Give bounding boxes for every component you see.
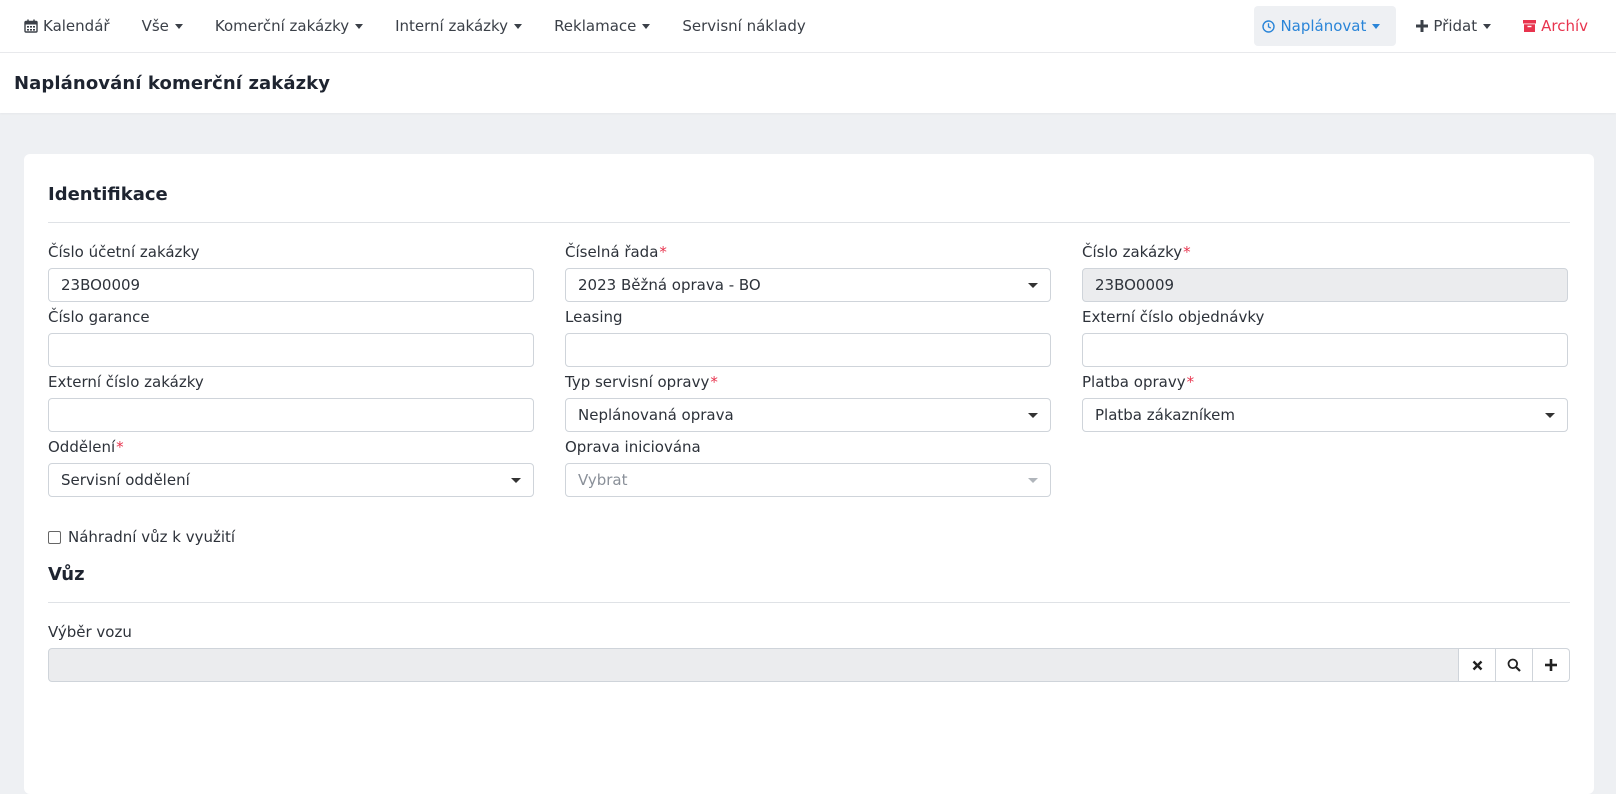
label-order-number: Číslo zakázky — [1082, 243, 1183, 261]
identification-grid: Číslo účetní zakázky 23BO0009 Číselná řa… — [48, 244, 1570, 504]
field-order-number: Číslo zakázky* 23BO0009 — [1082, 244, 1568, 302]
label-department: Oddělení — [48, 438, 116, 456]
nav-add-dropdown[interactable]: Přidat — [1400, 0, 1507, 53]
external-po-number-input[interactable] — [1082, 333, 1568, 367]
warranty-number-input[interactable] — [48, 333, 534, 367]
label-service-repair-type: Typ servisní opravy — [565, 373, 710, 391]
nav-calendar-label: Kalendář — [43, 17, 110, 35]
label-external-order-number: Externí číslo zakázky — [48, 373, 204, 391]
field-repair-payment: Platba opravy* Platba zákazníkem — [1082, 374, 1568, 432]
field-leasing: Leasing — [565, 309, 1051, 367]
label-warranty-number: Číslo garance — [48, 308, 150, 326]
add-car-button[interactable] — [1533, 648, 1570, 682]
caret-down-icon — [642, 23, 651, 29]
nav-right-group: Naplánovat Přidat Archív — [1254, 0, 1608, 53]
search-car-button[interactable] — [1496, 648, 1533, 682]
leasing-input[interactable] — [565, 333, 1051, 367]
number-series-select[interactable]: 2023 Běžná oprava - BO — [565, 268, 1051, 302]
label-car-selection: Výběr vozu — [48, 623, 132, 641]
clock-icon — [1262, 19, 1276, 33]
form-card: Identifikace Číslo účetní zakázky 23BO00… — [24, 154, 1594, 794]
nav-internal-dropdown[interactable]: Interní zakázky — [379, 0, 538, 53]
nav-commercial-label: Komerční zakázky — [214, 17, 350, 35]
search-icon — [1507, 658, 1521, 672]
plus-icon — [1545, 659, 1557, 671]
nav-plan-dropdown[interactable]: Naplánovat — [1254, 6, 1397, 46]
field-external-po-number: Externí číslo objednávky — [1082, 309, 1568, 367]
nav-commercial-dropdown[interactable]: Komerční zakázky — [199, 0, 379, 53]
label-external-po-number: Externí číslo objednávky — [1082, 308, 1265, 326]
label-leasing: Leasing — [565, 308, 623, 326]
nav-calendar[interactable]: Kalendář — [16, 0, 126, 53]
nav-service-costs-label: Servisní náklady — [682, 17, 806, 35]
label-repair-initiated: Oprava iniciována — [565, 438, 701, 456]
replacement-car-row[interactable]: Náhradní vůz k využití — [48, 528, 1570, 546]
accounting-order-number-input[interactable]: 23BO0009 — [48, 268, 534, 302]
nav-all-dropdown[interactable]: Vše — [126, 0, 199, 53]
nav-plan-label: Naplánovat — [1280, 17, 1367, 35]
replacement-car-label: Náhradní vůz k využití — [68, 528, 236, 546]
label-accounting-order-number: Číslo účetní zakázky — [48, 243, 200, 261]
field-external-order-number: Externí číslo zakázky — [48, 374, 534, 432]
field-accounting-order-number: Číslo účetní zakázky 23BO0009 — [48, 244, 534, 302]
field-number-series: Číselná řada* 2023 Běžná oprava - BO — [565, 244, 1051, 302]
field-warranty-number: Číslo garance — [48, 309, 534, 367]
caret-down-icon — [174, 23, 183, 29]
nav-complaints-label: Reklamace — [554, 17, 637, 35]
department-select[interactable]: Servisní oddělení — [48, 463, 534, 497]
car-selection-input — [48, 648, 1459, 682]
nav-all-label: Vše — [141, 17, 169, 35]
required-asterisk: * — [710, 373, 718, 391]
external-order-number-input[interactable] — [48, 398, 534, 432]
label-repair-payment: Platba opravy — [1082, 373, 1186, 391]
plus-icon — [1416, 20, 1429, 32]
caret-down-icon — [355, 23, 364, 29]
nav-internal-label: Interní zakázky — [395, 17, 509, 35]
section-title-identification: Identifikace — [48, 154, 1570, 223]
nav-service-costs[interactable]: Servisní náklady — [666, 0, 821, 53]
required-asterisk: * — [116, 438, 124, 456]
required-asterisk: * — [1186, 373, 1195, 391]
replacement-car-checkbox[interactable] — [48, 530, 61, 544]
field-service-repair-type: Typ servisní opravy* Neplánovaná oprava — [565, 374, 1051, 432]
calendar-icon — [24, 19, 38, 33]
archive-icon — [1523, 20, 1537, 32]
car-selection-group — [48, 648, 1570, 682]
nav-archive[interactable]: Archív — [1507, 0, 1608, 53]
required-asterisk: * — [1183, 243, 1191, 261]
repair-initiated-select[interactable]: Vybrat — [565, 463, 1051, 497]
nav-archive-label: Archív — [1541, 17, 1588, 35]
caret-down-icon — [1372, 23, 1381, 29]
top-navbar: Kalendář Vše Komerční zakázky Interní za… — [0, 0, 1616, 53]
close-icon — [1472, 660, 1482, 670]
section-title-car: Vůz — [48, 546, 1570, 603]
nav-add-label: Přidat — [1433, 17, 1478, 35]
page-header: Naplánování komerční zakázky — [0, 53, 1616, 113]
repair-payment-select[interactable]: Platba zákazníkem — [1082, 398, 1568, 432]
order-number-input: 23BO0009 — [1082, 268, 1568, 302]
required-asterisk: * — [659, 243, 667, 261]
caret-down-icon — [514, 23, 523, 29]
label-number-series: Číselná řada — [565, 243, 659, 261]
nav-complaints-dropdown[interactable]: Reklamace — [538, 0, 666, 53]
caret-down-icon — [1483, 23, 1492, 29]
service-repair-type-select[interactable]: Neplánovaná oprava — [565, 398, 1051, 432]
field-car-selection: Výběr vozu — [48, 624, 1570, 682]
clear-car-button[interactable] — [1459, 648, 1496, 682]
field-repair-initiated: Oprava iniciována Vybrat — [565, 439, 1051, 497]
field-department: Oddělení* Servisní oddělení — [48, 439, 534, 497]
page-title: Naplánování komerční zakázky — [14, 72, 331, 94]
